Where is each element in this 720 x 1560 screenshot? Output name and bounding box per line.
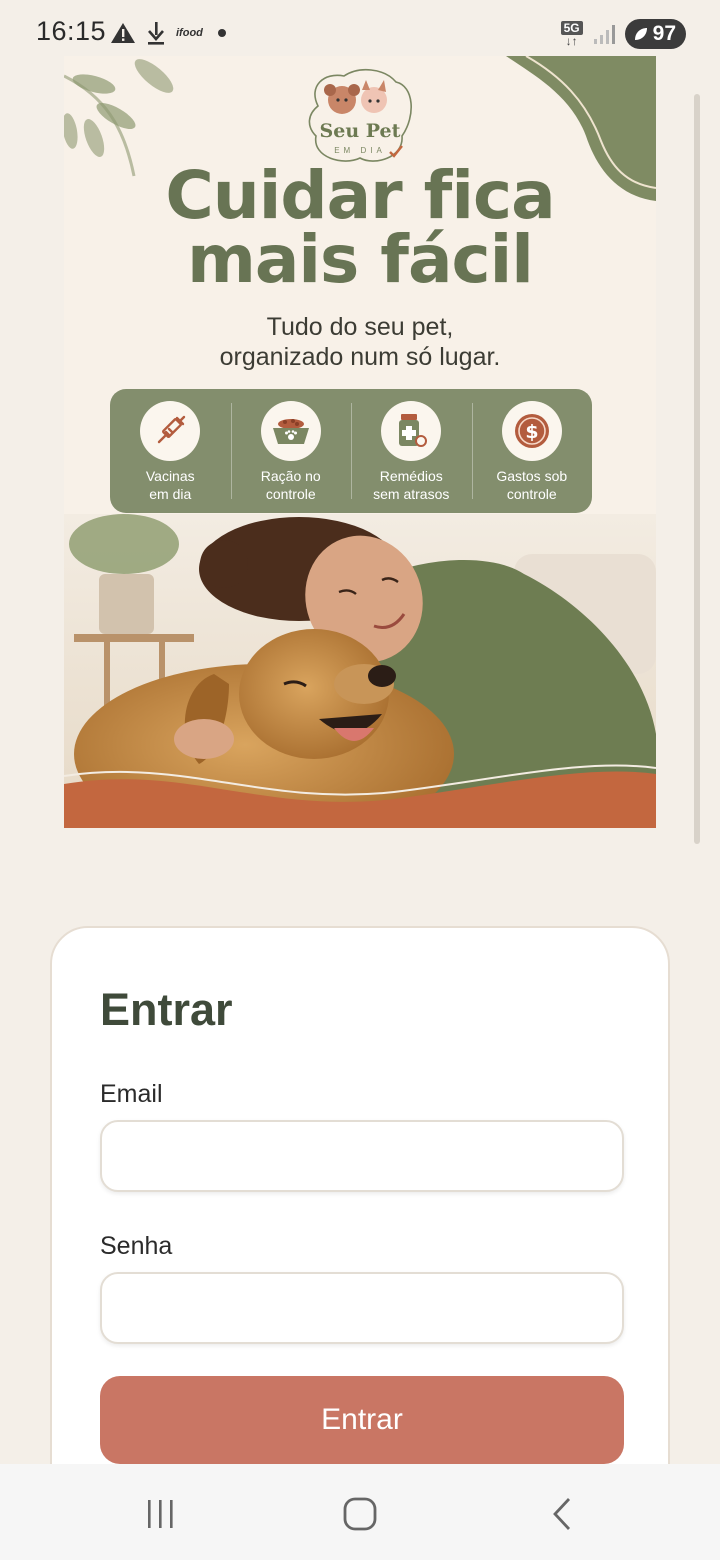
woman-hugging-dog-photo <box>64 514 656 828</box>
home-icon <box>343 1497 377 1531</box>
dot-icon <box>217 29 226 37</box>
login-title: Entrar <box>100 984 233 1035</box>
network-5g-icon: 5G ↓↑ <box>560 21 583 47</box>
feature-label: Gastos sob controle <box>496 468 568 502</box>
dollar-coin-icon: $ <box>501 401 562 461</box>
back-icon <box>553 1498 571 1530</box>
password-field[interactable] <box>100 1272 624 1344</box>
medicine-bottle-icon <box>381 401 442 461</box>
email-field[interactable] <box>100 1120 624 1192</box>
battery-level: 97 <box>652 22 676 45</box>
system-navigation-bar <box>0 1464 720 1560</box>
scroll-indicator[interactable] <box>694 94 700 844</box>
headline-line-2: mais fácil <box>187 221 534 298</box>
feature-label: Ração no controle <box>260 468 321 502</box>
email-label: Email <box>100 1080 163 1108</box>
status-notification-icons: ifood <box>110 18 231 48</box>
logo-title: Seu Pet <box>319 120 401 142</box>
pet-food-bowl-icon <box>260 401 321 461</box>
status-system-icons: 5G ↓↑ 97 <box>560 18 686 50</box>
password-label: Senha <box>100 1232 173 1260</box>
home-button[interactable] <box>330 1492 390 1536</box>
battery-indicator: 97 <box>624 19 686 49</box>
subline-line-1: Tudo do seu pet, <box>266 313 454 341</box>
recent-apps-icon <box>148 1500 173 1528</box>
subline-line-2: organizado num só lugar. <box>219 343 501 371</box>
banner-subheadline: Tudo do seu pet, organizado num só lugar… <box>64 312 656 372</box>
leaf-icon <box>634 28 647 40</box>
download-icon <box>148 22 164 45</box>
recent-apps-button[interactable] <box>130 1492 190 1536</box>
features-panel: Vacinas em dia Ração no controle Remédios s… <box>110 389 592 513</box>
feature-label: Remédios sem atrasos <box>373 468 450 502</box>
syringe-icon <box>140 401 201 461</box>
feature-expenses: $ Gastos sob controle <box>471 389 593 513</box>
login-submit-button[interactable]: Entrar <box>100 1376 624 1464</box>
seu-pet-logo: Seu Pet EM DIA <box>304 66 416 166</box>
promo-banner: Seu Pet EM DIA Cuidar fica mais fácil Tu… <box>64 56 656 828</box>
headline-line-1: Cuidar fica <box>165 157 555 234</box>
feature-label: Vacinas em dia <box>145 468 195 502</box>
banner-headline: Cuidar fica mais fácil <box>64 157 656 298</box>
feature-medicine: Remédios sem atrasos <box>351 389 472 513</box>
back-button[interactable] <box>532 1492 592 1536</box>
signal-icon <box>593 25 615 44</box>
feature-food: Ração no controle <box>230 389 352 513</box>
logo-subtitle: EM DIA <box>334 146 386 155</box>
alert-icon <box>111 23 135 43</box>
feature-vaccines: Vacinas em dia <box>110 389 231 513</box>
svg-text:$: $ <box>525 421 538 443</box>
ifood-icon: ifood <box>176 27 203 39</box>
status-time: 16:15 <box>36 16 107 46</box>
